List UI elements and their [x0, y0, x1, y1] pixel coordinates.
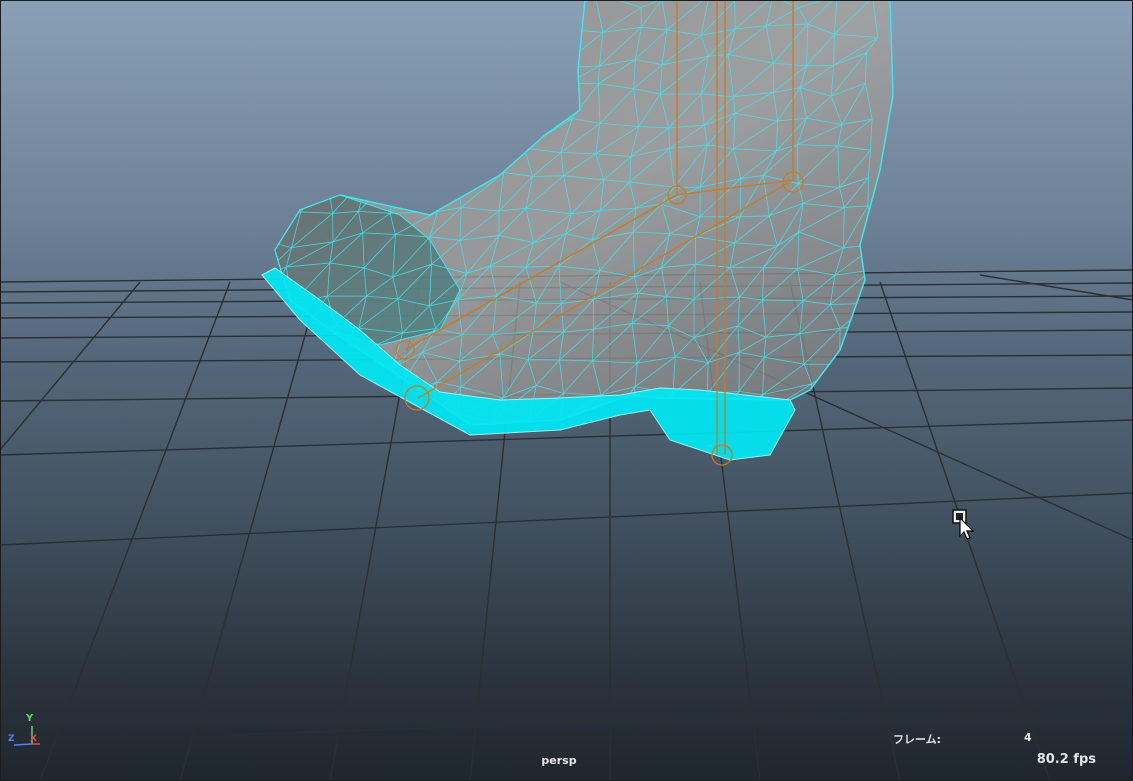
frame-label: フレーム: [893, 733, 942, 746]
frame-value: 4 [1024, 731, 1032, 744]
axis-x-label: X [30, 734, 37, 744]
boot-mesh[interactable] [253, 0, 894, 466]
fps-readout: 80.2 fps [1036, 752, 1096, 767]
axis-y-label: Y [26, 713, 34, 724]
3d-viewport[interactable]: Y X Z persp フレーム: 4 80.2 fps [0, 0, 1133, 781]
arrow-cursor-icon [952, 509, 976, 545]
axis-z-label: Z [8, 734, 15, 744]
scene-canvas[interactable] [0, 0, 1133, 781]
camera-name-label: persp [541, 754, 577, 767]
